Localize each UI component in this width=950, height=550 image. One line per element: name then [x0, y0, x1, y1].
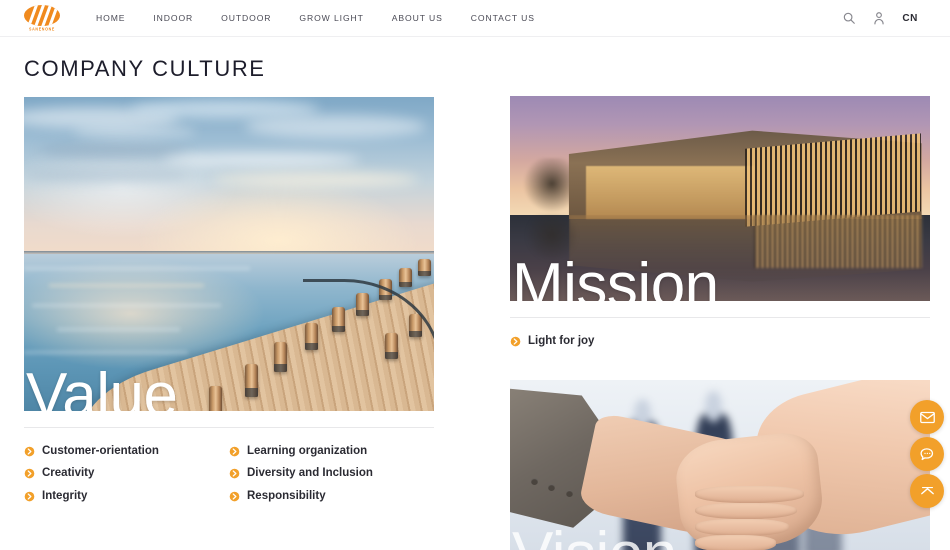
- nav-item-indoor[interactable]: INDOOR: [139, 7, 207, 29]
- slats-reflection: [753, 214, 922, 269]
- list-item[interactable]: Learning organization: [229, 440, 434, 463]
- value-divider: [24, 427, 434, 428]
- louvre-slats: [745, 133, 922, 227]
- list-item-label: Diversity and Inclusion: [247, 467, 373, 479]
- list-item-label: Responsibility: [247, 489, 326, 502]
- back-to-top-button[interactable]: [910, 474, 944, 508]
- list-item-label: Creativity: [42, 467, 95, 479]
- page-title: COMPANY CULTURE: [24, 56, 266, 81]
- list-item-label: Learning organization: [247, 444, 368, 457]
- nav-item-home[interactable]: HOME: [82, 7, 139, 29]
- mission-divider: [510, 317, 930, 318]
- logo-wordmark: SANENONE: [29, 26, 55, 32]
- search-icon[interactable]: [842, 11, 856, 25]
- nav-item-contact-us[interactable]: CONTACT US: [457, 7, 549, 29]
- value-section: Value Customer-orientation Learning orga…: [24, 82, 434, 550]
- page-root: SANENONE HOME INDOOR OUTDOOR GROW LIGHT …: [0, 0, 950, 550]
- page-content: COMPANY CULTURE Value Customer-orientati…: [0, 56, 950, 550]
- mission-image: Mission: [510, 96, 930, 301]
- floating-side-rail: [910, 400, 944, 508]
- email-button[interactable]: [910, 400, 944, 434]
- list-item[interactable]: Customer-orientation: [24, 440, 229, 463]
- site-logo[interactable]: SANENONE: [18, 5, 66, 32]
- list-item-label: Light for joy: [528, 334, 595, 347]
- arrow-circle-icon: [24, 468, 35, 479]
- list-item[interactable]: Light for joy: [510, 330, 930, 353]
- mission-bullet-list: Light for joy: [510, 330, 930, 353]
- glass-facade: [585, 165, 754, 219]
- main-nav: HOME INDOOR OUTDOOR GROW LIGHT ABOUT US …: [82, 7, 549, 29]
- user-icon[interactable]: [872, 11, 886, 25]
- fingers: [694, 485, 804, 550]
- arrow-circle-icon: [510, 336, 521, 347]
- arrow-circle-icon: [229, 491, 240, 502]
- logo-icon: [24, 5, 60, 26]
- site-header: SANENONE HOME INDOOR OUTDOOR GROW LIGHT …: [0, 0, 950, 37]
- arrow-circle-icon: [229, 446, 240, 457]
- nav-item-grow-light[interactable]: GROW LIGHT: [285, 7, 377, 29]
- list-item-label: Customer-orientation: [42, 444, 159, 457]
- list-item[interactable]: Diversity and Inclusion: [229, 463, 434, 486]
- header-actions: CN: [842, 11, 934, 25]
- nav-item-outdoor[interactable]: OUTDOOR: [207, 7, 285, 29]
- nav-item-about-us[interactable]: ABOUT US: [378, 7, 457, 29]
- chat-button[interactable]: [910, 437, 944, 471]
- value-image: Value: [24, 97, 434, 411]
- list-item-label: Integrity: [42, 489, 88, 502]
- arrow-circle-icon: [24, 491, 35, 502]
- vision-image: Vision: [510, 379, 930, 550]
- arrow-circle-icon: [24, 446, 35, 457]
- value-bullet-list: Customer-orientation Learning organizati…: [24, 440, 434, 508]
- culture-columns: Value Customer-orientation Learning orga…: [24, 82, 932, 550]
- list-item[interactable]: Responsibility: [229, 485, 434, 508]
- list-item[interactable]: Integrity: [24, 485, 229, 508]
- mission-vision-column: Mission Light for joy: [510, 82, 930, 550]
- language-switcher[interactable]: CN: [902, 13, 918, 24]
- tree-reflection: [518, 214, 586, 260]
- list-item[interactable]: Creativity: [24, 463, 229, 486]
- arrow-circle-icon: [229, 468, 240, 479]
